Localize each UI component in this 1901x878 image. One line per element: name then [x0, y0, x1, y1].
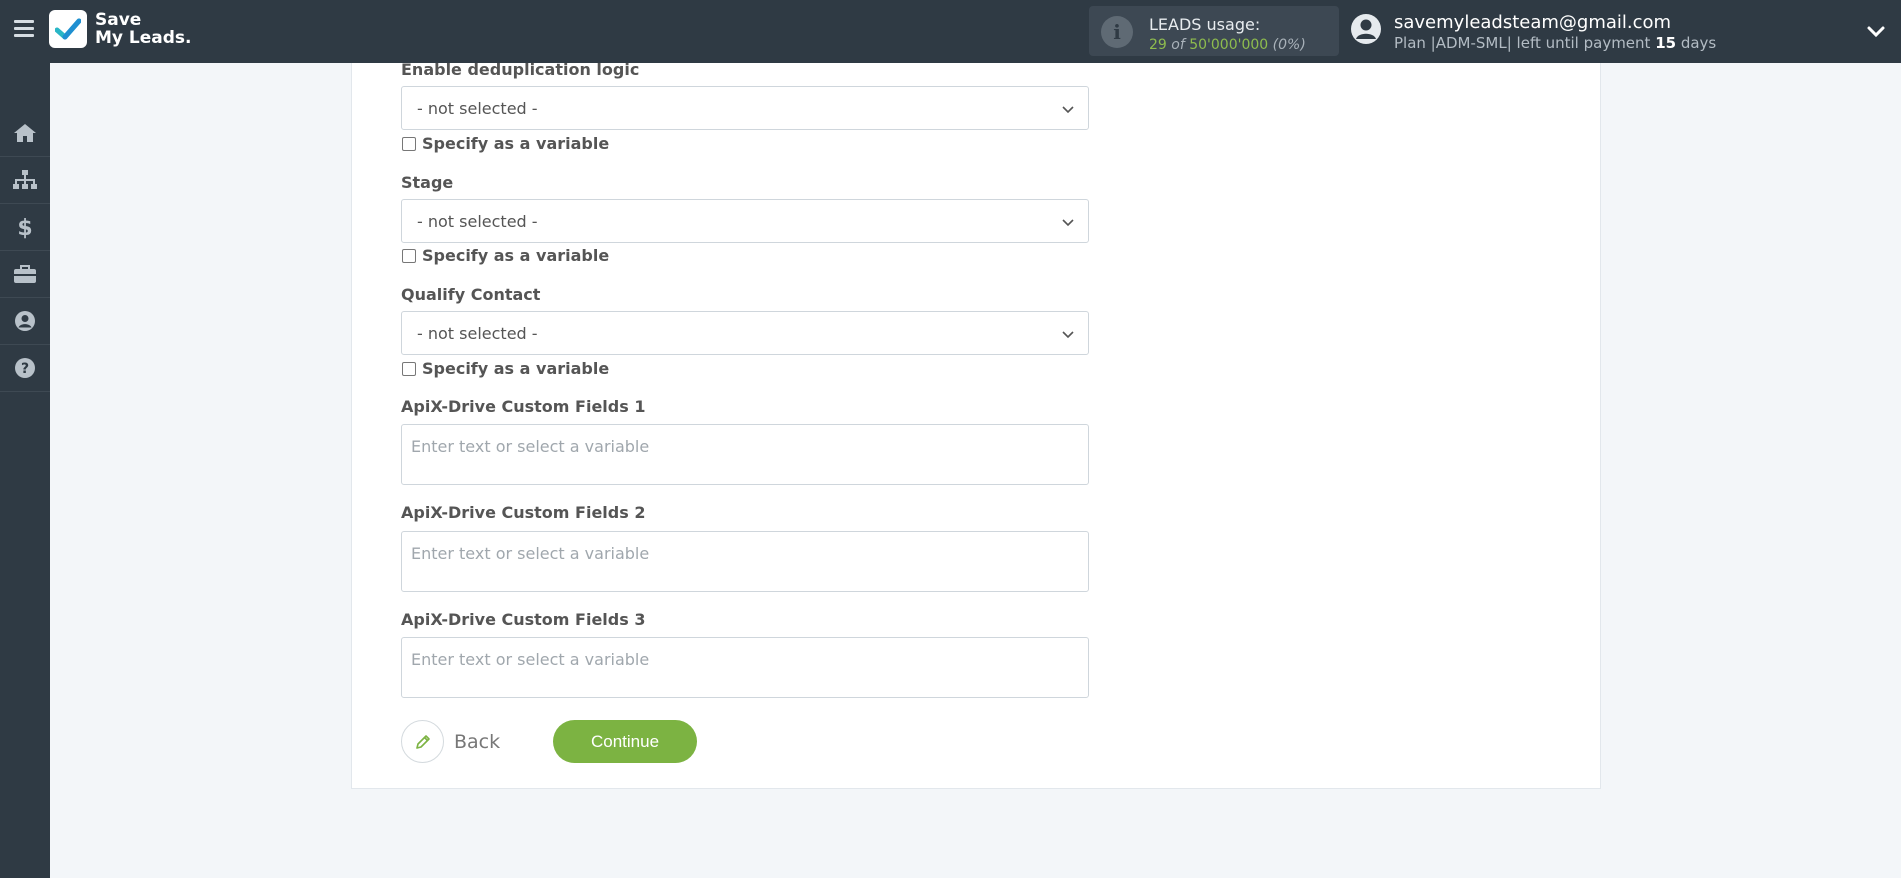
plan-days: 15 [1655, 34, 1677, 52]
sidebar: $ ? [0, 63, 50, 878]
sidebar-item-help[interactable]: ? [0, 345, 50, 392]
sidebar-item-billing[interactable]: $ [0, 204, 50, 251]
qualify-select[interactable]: - not selected - [401, 311, 1089, 355]
custom-fields-1-label: ApiX-Drive Custom Fields 1 [401, 397, 646, 416]
custom-fields-3-input[interactable] [401, 637, 1089, 698]
continue-button[interactable]: Continue [553, 720, 697, 763]
stage-variable-label[interactable]: Specify as a variable [422, 246, 609, 265]
stage-variable-checkbox[interactable] [402, 248, 416, 263]
leads-limit: 50'000'000 [1189, 37, 1269, 53]
sidebar-item-tools[interactable] [0, 251, 50, 298]
back-label: Back [454, 730, 501, 753]
user-plan: Plan |ADM-SML| left until payment 15 day… [1394, 34, 1716, 52]
logo-text: Save My Leads. [95, 11, 192, 47]
hamburger-menu-icon[interactable] [14, 20, 34, 40]
sidebar-item-home[interactable] [0, 110, 50, 157]
chevron-down-icon [1062, 106, 1074, 114]
top-bar: Save My Leads. i LEADS usage: 29 of 50'0… [0, 0, 1901, 63]
stage-select-value: - not selected - [417, 212, 538, 231]
dedup-label: Enable deduplication logic [401, 60, 640, 79]
info-icon: i [1101, 16, 1133, 48]
back-button[interactable]: Back [401, 720, 500, 763]
sidebar-item-account[interactable] [0, 298, 50, 345]
stage-select[interactable]: - not selected - [401, 199, 1089, 243]
dedup-select[interactable]: - not selected - [401, 86, 1089, 130]
plan-prefix: Plan |ADM-SML| left until payment [1394, 34, 1656, 52]
dedup-select-value: - not selected - [417, 99, 538, 118]
custom-fields-3-label: ApiX-Drive Custom Fields 3 [401, 610, 646, 629]
custom-fields-2-label: ApiX-Drive Custom Fields 2 [401, 503, 646, 522]
svg-text:$: $ [17, 216, 32, 239]
leads-usage-count: 29 of 50'000'000 (0%) [1149, 37, 1306, 53]
dedup-variable-checkbox[interactable] [402, 136, 416, 151]
home-icon [14, 124, 36, 142]
briefcase-icon [14, 265, 36, 283]
qualify-select-value: - not selected - [417, 324, 538, 343]
leads-percent: (0%) [1272, 37, 1306, 53]
dedup-variable-label[interactable]: Specify as a variable [422, 134, 609, 153]
svg-text:?: ? [21, 361, 29, 377]
sidebar-item-connections[interactable] [0, 157, 50, 204]
chevron-down-icon [1062, 219, 1074, 227]
logo-line-2: My Leads. [95, 28, 192, 48]
logo[interactable]: Save My Leads. [49, 10, 192, 48]
dedup-variable-row: Specify as a variable [402, 134, 609, 153]
leads-used: 29 [1149, 37, 1167, 53]
qualify-variable-label[interactable]: Specify as a variable [422, 359, 609, 378]
qualify-variable-checkbox[interactable] [402, 361, 416, 376]
chevron-down-icon[interactable] [1866, 21, 1886, 41]
leads-usage-box: i LEADS usage: 29 of 50'000'000 (0%) [1089, 6, 1339, 56]
pencil-icon [401, 720, 444, 763]
leads-usage-title: LEADS usage: [1149, 15, 1261, 34]
plan-suffix: days [1676, 34, 1717, 52]
logo-check-icon [49, 10, 87, 48]
qualify-label: Qualify Contact [401, 285, 541, 304]
stage-variable-row: Specify as a variable [402, 246, 609, 265]
custom-fields-2-input[interactable] [401, 531, 1089, 592]
help-icon: ? [15, 358, 35, 378]
user-circle-icon [15, 311, 35, 331]
custom-fields-1-input[interactable] [401, 424, 1089, 485]
user-email[interactable]: savemyleadsteam@gmail.com [1394, 12, 1671, 33]
leads-of: of [1171, 37, 1185, 53]
user-avatar-icon[interactable] [1350, 13, 1382, 45]
logo-line-1: Save [95, 10, 142, 30]
qualify-variable-row: Specify as a variable [402, 359, 609, 378]
stage-label: Stage [401, 173, 454, 192]
sitemap-icon [13, 170, 37, 189]
dollar-icon: $ [17, 216, 32, 239]
chevron-down-icon [1062, 331, 1074, 339]
